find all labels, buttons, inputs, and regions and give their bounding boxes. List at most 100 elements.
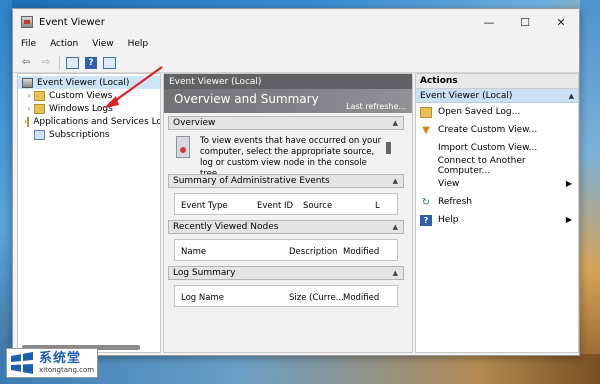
column-header-log-name[interactable]: Log Name <box>181 293 224 303</box>
content-area: Event Viewer (Local) › Custom Views › Wi… <box>13 73 579 356</box>
column-header-description[interactable]: Description <box>289 247 337 257</box>
console-tree: Event Viewer (Local) › Custom Views › Wi… <box>17 73 161 353</box>
action-label: Open Saved Log... <box>438 107 521 117</box>
help-icon: ? <box>420 214 432 226</box>
folder-icon <box>34 90 45 101</box>
action-open-saved-log[interactable]: Open Saved Log... <box>416 103 578 121</box>
tree-item-label: Event Viewer (Local) <box>37 77 130 88</box>
action-create-custom-view[interactable]: ▼ Create Custom View... <box>416 121 578 139</box>
folder-icon <box>34 103 45 114</box>
action-icon-spacer <box>420 143 432 154</box>
column-header-l[interactable]: L <box>375 201 380 211</box>
collapse-icon[interactable]: ▲ <box>393 119 398 127</box>
menu-help[interactable]: Help <box>128 39 149 49</box>
section-title: Recently Viewed Nodes <box>173 222 279 232</box>
event-viewer-app-icon <box>21 16 33 28</box>
tree-item-label: Applications and Services Logs <box>33 116 161 127</box>
submenu-arrow-icon: ▶ <box>565 179 572 188</box>
tree-item-custom-views[interactable]: › Custom Views <box>18 89 160 102</box>
close-button[interactable]: ✕ <box>543 9 579 35</box>
action-label: Import Custom View... <box>438 143 538 153</box>
log-summary-section-header[interactable]: Log Summary ▲ <box>168 266 404 280</box>
column-header-name[interactable]: Name <box>181 247 206 257</box>
column-header-source[interactable]: Source <box>303 201 332 211</box>
watermark-chinese-text: 系统堂 <box>39 351 82 366</box>
title-bar[interactable]: Event Viewer — ☐ ✕ <box>13 9 579 35</box>
toolbar: ⇦ ⇨ ? <box>13 53 579 73</box>
action-label: View <box>438 179 460 189</box>
collapse-icon[interactable]: ▲ <box>393 177 398 185</box>
collapse-icon[interactable]: ▲ <box>393 223 398 231</box>
action-refresh[interactable]: ↻ Refresh <box>416 193 578 211</box>
recent-nodes-section-header[interactable]: Recently Viewed Nodes ▲ <box>168 220 404 234</box>
show-hide-console-tree-icon[interactable] <box>66 56 79 69</box>
tree-item-event-viewer-local[interactable]: Event Viewer (Local) <box>18 76 160 89</box>
menu-file[interactable]: File <box>21 39 36 49</box>
summary-sections: Overview ▲ To view events that have occu… <box>164 113 412 352</box>
admin-events-table: Event Type Event ID Source L <box>174 193 398 215</box>
maximize-button[interactable]: ☐ <box>507 9 543 35</box>
column-header-event-id[interactable]: Event ID <box>257 201 293 211</box>
show-hide-action-pane-icon[interactable] <box>103 56 116 69</box>
column-header-modified[interactable]: Modified <box>343 293 379 303</box>
log-summary-table: Log Name Size (Curre... Modified <box>174 285 398 307</box>
menu-view[interactable]: View <box>92 39 113 49</box>
overview-summary-title: Overview and Summary <box>174 92 319 106</box>
collapse-icon[interactable]: ▲ <box>569 92 574 100</box>
column-header-size[interactable]: Size (Curre... <box>289 293 344 303</box>
section-title: Overview <box>173 118 216 128</box>
minimize-button[interactable]: — <box>471 9 507 35</box>
menu-bar: File Action View Help <box>13 35 579 53</box>
action-connect-to-another-computer[interactable]: Connect to Another Computer... <box>416 156 578 176</box>
tree-item-label: Windows Logs <box>49 103 113 114</box>
section-title: Log Summary <box>173 268 236 278</box>
submenu-arrow-icon: ▶ <box>565 215 572 224</box>
center-pane: Event Viewer (Local) Overview and Summar… <box>163 73 413 353</box>
overview-section-header[interactable]: Overview ▲ <box>168 116 404 130</box>
event-viewer-icon <box>22 77 33 88</box>
actions-group-event-viewer-local[interactable]: Event Viewer (Local) ▲ <box>416 89 578 103</box>
forward-arrow-icon[interactable]: ⇨ <box>39 56 53 70</box>
event-viewer-window: Event Viewer — ☐ ✕ File Action View Help… <box>12 8 580 356</box>
action-icon-spacer <box>420 179 432 190</box>
recent-nodes-table: Name Description Modified <box>174 239 398 261</box>
chevron-right-icon[interactable]: › <box>24 91 34 100</box>
overview-scrollbar[interactable] <box>386 142 391 154</box>
admin-events-section-header[interactable]: Summary of Administrative Events ▲ <box>168 174 404 188</box>
center-pane-header: Event Viewer (Local) <box>164 74 412 89</box>
actions-group-label: Event Viewer (Local) <box>420 90 513 101</box>
folder-icon <box>27 116 30 127</box>
overview-body: To view events that have occurred on you… <box>168 130 404 179</box>
site-watermark: 系统堂 xitongtang.com <box>6 348 98 378</box>
tree-item-label: Custom Views <box>49 90 113 101</box>
menu-action[interactable]: Action <box>50 39 78 49</box>
refresh-icon: ↻ <box>421 196 431 208</box>
actions-header: Actions <box>416 74 578 89</box>
actions-pane: Actions Event Viewer (Local) ▲ Open Save… <box>415 73 579 353</box>
toolbar-separator <box>59 55 60 70</box>
last-refreshed-text: Last refreshe... <box>346 102 406 111</box>
action-icon-spacer <box>420 161 432 172</box>
window-controls: — ☐ ✕ <box>471 9 579 35</box>
watermark-text: 系统堂 xitongtang.com <box>39 351 94 375</box>
action-view[interactable]: View ▶ <box>416 175 578 193</box>
back-arrow-icon[interactable]: ⇦ <box>19 56 33 70</box>
chevron-right-icon[interactable]: › <box>24 104 34 113</box>
desktop-wallpaper-left <box>0 0 12 384</box>
action-import-custom-view[interactable]: Import Custom View... <box>416 139 578 157</box>
tree-item-applications-and-services-logs[interactable]: › Applications and Services Logs <box>18 115 160 128</box>
filter-icon: ▼ <box>422 124 430 136</box>
action-help[interactable]: ? Help ▶ <box>416 211 578 229</box>
column-header-modified[interactable]: Modified <box>343 247 379 257</box>
action-label: Create Custom View... <box>438 125 538 135</box>
collapse-icon[interactable]: ▲ <box>393 269 398 277</box>
subscriptions-icon <box>34 129 45 140</box>
tree-item-windows-logs[interactable]: › Windows Logs <box>18 102 160 115</box>
overview-banner: Overview and Summary Last refreshe... <box>164 89 412 113</box>
column-header-event-type[interactable]: Event Type <box>181 201 228 211</box>
help-icon[interactable]: ? <box>85 56 97 69</box>
tree-item-subscriptions[interactable]: Subscriptions <box>18 128 160 141</box>
tree-item-label: Subscriptions <box>49 129 110 140</box>
action-label: Help <box>438 215 459 225</box>
open-folder-icon <box>420 106 432 118</box>
